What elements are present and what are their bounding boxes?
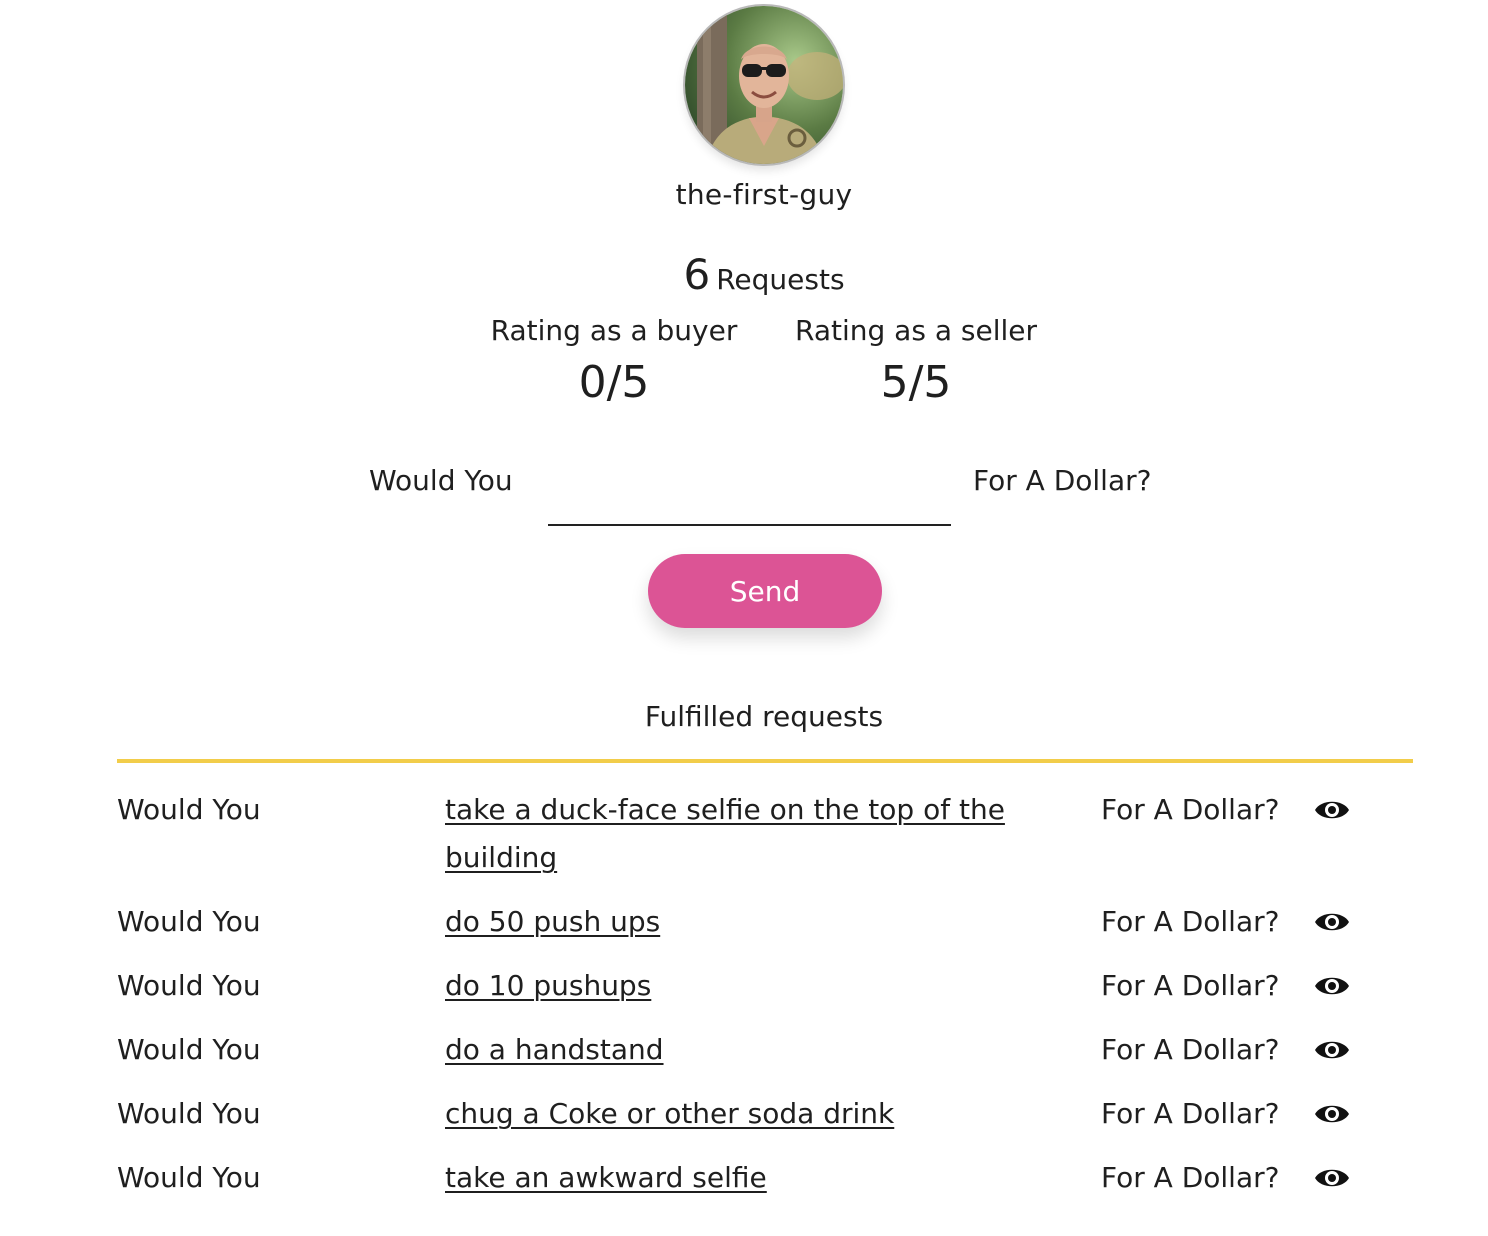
send-button[interactable]: Send <box>648 554 882 628</box>
row-suffix: For A Dollar? <box>1101 969 1280 1002</box>
section-divider <box>117 759 1413 763</box>
seller-rating-value: 5/5 <box>880 357 952 408</box>
list-item: Would You take a duck-face selfie on the… <box>117 786 1413 882</box>
list-item: Would You chug a Coke or other soda drin… <box>117 1090 1413 1138</box>
list-item: Would You take an awkward selfie For A D… <box>117 1154 1413 1202</box>
avatar-photo <box>685 6 843 164</box>
row-suffix: For A Dollar? <box>1101 1097 1280 1130</box>
request-prefix: Would You <box>369 464 513 497</box>
buyer-rating: Rating as a buyer 0/5 <box>470 314 758 408</box>
request-link[interactable]: do 50 push ups <box>445 898 1025 946</box>
eye-icon[interactable] <box>1313 1164 1351 1192</box>
request-link[interactable]: chug a Coke or other soda drink <box>445 1090 1025 1138</box>
eye-icon[interactable] <box>1313 796 1351 824</box>
eye-icon[interactable] <box>1313 908 1351 936</box>
row-suffix: For A Dollar? <box>1101 793 1280 826</box>
eye-icon[interactable] <box>1313 1100 1351 1128</box>
row-suffix: For A Dollar? <box>1101 1161 1280 1194</box>
request-suffix: For A Dollar? <box>973 464 1152 497</box>
requests-count: 6 <box>683 250 711 299</box>
seller-rating: Rating as a seller 5/5 <box>772 314 1060 408</box>
requests-summary: 6 Requests <box>0 250 1488 299</box>
username: the-first-guy <box>675 178 853 211</box>
fulfilled-requests-list: Would You take a duck-face selfie on the… <box>117 786 1413 1218</box>
request-link[interactable]: do a handstand <box>445 1026 1025 1074</box>
row-prefix: Would You <box>117 969 261 1002</box>
row-prefix: Would You <box>117 905 261 938</box>
buyer-rating-value: 0/5 <box>578 357 650 408</box>
avatar <box>685 6 843 164</box>
fulfilled-requests-title: Fulfilled requests <box>644 700 884 733</box>
list-item: Would You do 50 push ups For A Dollar? <box>117 898 1413 946</box>
seller-rating-label: Rating as a seller <box>795 314 1037 347</box>
requests-label: Requests <box>716 263 845 296</box>
request-input[interactable] <box>548 456 951 526</box>
request-link[interactable]: do 10 pushups <box>445 962 1025 1010</box>
row-prefix: Would You <box>117 1161 261 1194</box>
list-item: Would You do 10 pushups For A Dollar? <box>117 962 1413 1010</box>
list-item: Would You do a handstand For A Dollar? <box>117 1026 1413 1074</box>
row-prefix: Would You <box>117 793 261 826</box>
row-prefix: Would You <box>117 1097 261 1130</box>
buyer-rating-label: Rating as a buyer <box>490 314 738 347</box>
row-prefix: Would You <box>117 1033 261 1066</box>
request-link[interactable]: take an awkward selfie <box>445 1154 1025 1202</box>
eye-icon[interactable] <box>1313 1036 1351 1064</box>
eye-icon[interactable] <box>1313 972 1351 1000</box>
row-suffix: For A Dollar? <box>1101 905 1280 938</box>
request-link[interactable]: take a duck-face selfie on the top of th… <box>445 786 1025 882</box>
row-suffix: For A Dollar? <box>1101 1033 1280 1066</box>
